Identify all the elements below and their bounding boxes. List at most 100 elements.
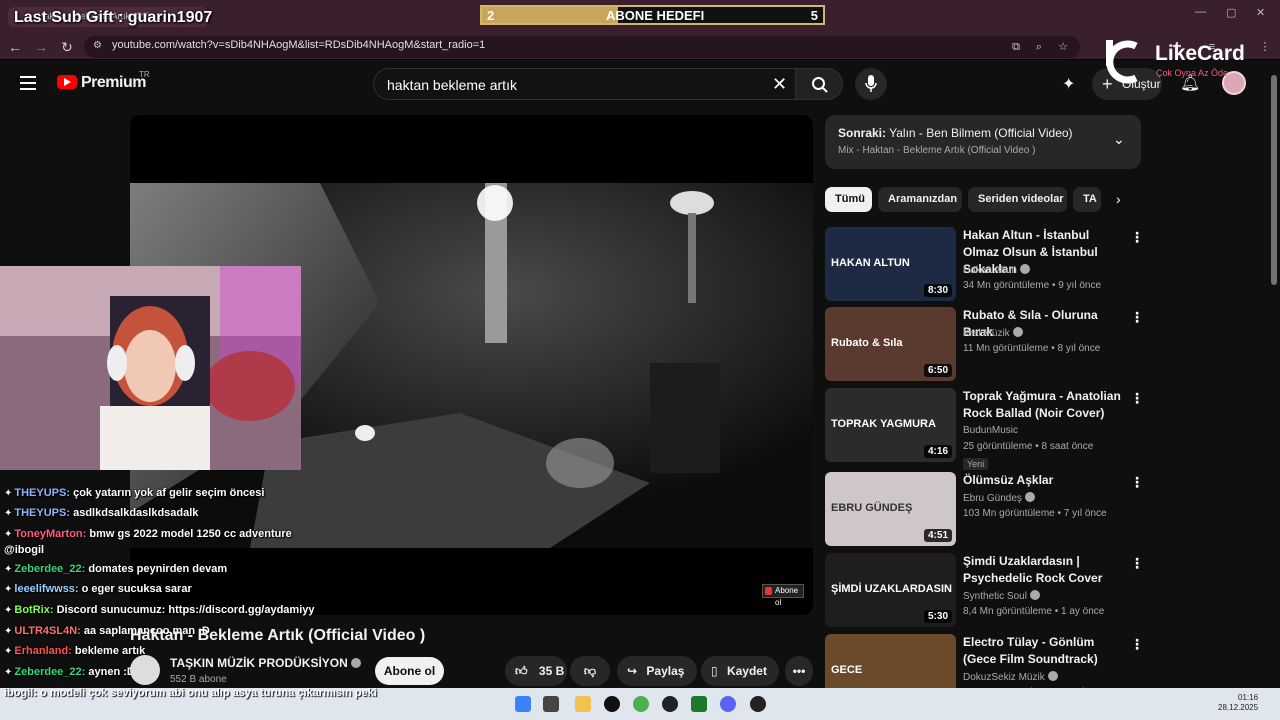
task-view-icon[interactable] <box>543 696 559 712</box>
goal-target: 5 <box>810 8 818 23</box>
new-badge: Yeni <box>963 458 989 470</box>
minimize-icon[interactable]: — <box>1195 6 1206 18</box>
chat-username[interactable]: leeelifwwss: <box>14 583 78 595</box>
file-explorer-icon[interactable] <box>575 696 591 712</box>
address-bar[interactable]: ⚙ youtube.com/watch?v=sDib4NHAogM&list=R… <box>84 36 1080 58</box>
system-clock[interactable]: 01:16 28.12.2025 <box>1218 693 1258 713</box>
recommendation-item[interactable]: Rubato & Sıla 6:50 Rubato & Sıla - Oluruna… <box>825 307 1145 383</box>
forward-icon[interactable]: → <box>32 38 50 56</box>
verified-icon <box>1047 671 1058 681</box>
video-thumbnail[interactable]: TOPRAK YAGMURA 4:16 <box>825 388 956 462</box>
logo-text[interactable]: Premium <box>81 74 146 92</box>
chevron-down-icon[interactable]: ⌄ <box>1113 131 1125 148</box>
recommendation-meta: 103 Mn görüntüleme • 7 yıl önce <box>963 508 1107 519</box>
maximize-icon[interactable]: ▢ <box>1226 6 1236 19</box>
up-next-prefix: Sonraki: <box>838 126 887 140</box>
recommendation-title[interactable]: Ölümsüz Aşklar <box>963 472 1123 489</box>
app-green-icon[interactable] <box>691 696 707 712</box>
recommendation-title[interactable]: Toprak Yağmura - Anatolian Rock Ballad (… <box>963 388 1123 422</box>
page-scrollbar[interactable] <box>1271 75 1277 285</box>
zoom-icon[interactable]: ⌕ <box>1032 40 1046 54</box>
search-input[interactable]: haktan bekleme artık ✕ <box>373 68 795 100</box>
voice-search-button[interactable] <box>855 68 887 100</box>
app-g-icon[interactable] <box>662 696 678 712</box>
chat-username[interactable]: ULTR4SL4N: <box>14 625 80 637</box>
channel-name[interactable]: TAŞKIN MÜZİK PRODÜKSİYON <box>170 656 361 670</box>
recommendation-title[interactable]: Şimdi Uzaklardasın | Psychedelic Rock Co… <box>963 553 1123 587</box>
chat-username[interactable]: ToneyMarton: <box>14 528 86 540</box>
bookmark-icon: ▯ <box>711 664 718 678</box>
search-icon <box>812 77 828 93</box>
recommendation-channel[interactable]: Kral Müzik <box>963 327 1023 339</box>
chip-all[interactable]: Tümü <box>825 187 872 212</box>
chat-username[interactable]: Erhanland: <box>14 645 71 657</box>
back-icon[interactable]: ← <box>6 38 24 56</box>
dislike-button[interactable]: 👎︎ <box>570 656 610 686</box>
site-info-icon[interactable]: ⚙ <box>93 40 102 51</box>
more-vertical-icon[interactable]: ⋮ <box>1130 229 1144 246</box>
recommendation-meta: 34 Mn görüntüleme • 9 yıl önce <box>963 280 1102 291</box>
recommendation-channel[interactable]: Ebru Gündeş <box>963 492 1035 504</box>
channel-avatar[interactable] <box>130 655 160 685</box>
close-window-icon[interactable]: ✕ <box>1256 6 1265 19</box>
verified-icon <box>1019 264 1030 274</box>
save-button[interactable]: ▯ Kaydet <box>701 656 779 686</box>
app-g2-icon[interactable] <box>750 696 766 712</box>
install-icon[interactable]: ⧉ <box>1009 40 1023 54</box>
recommendation-title[interactable]: Electro Tülay - Gönlüm (Gece Film Soundt… <box>963 634 1123 668</box>
recommendation-channel[interactable]: DokuzSekiz Müzik <box>963 671 1058 683</box>
more-vertical-icon[interactable]: ⋮ <box>1130 390 1144 407</box>
search-input-value: haktan bekleme artık <box>387 77 517 93</box>
recommendation-item[interactable]: TOPRAK YAGMURA 4:16 Toprak Yağmura - Anato… <box>825 388 1145 470</box>
more-vertical-icon[interactable]: ⋮ <box>1130 636 1144 653</box>
recommendation-channel[interactable]: Synthetic Soul <box>963 590 1040 602</box>
goal-progress-fill <box>482 7 619 23</box>
subscribe-button[interactable]: Abone ol <box>375 657 444 685</box>
windows-start-icon[interactable] <box>515 696 531 712</box>
chat-username[interactable]: THEYUPS: <box>14 487 70 499</box>
overlay-subscribe-button[interactable]: Abone ol <box>762 584 804 607</box>
like-button[interactable]: 👍︎ 35 B <box>505 656 567 686</box>
chat-username[interactable]: Zeberdee_22: <box>14 666 85 678</box>
hamburger-menu-icon[interactable] <box>20 76 36 90</box>
recommendation-channel[interactable]: BudunMusic <box>963 425 1018 436</box>
chip-truncated[interactable]: TA <box>1073 187 1101 212</box>
video-thumbnail[interactable]: EBRU GÜNDEŞ 4:51 <box>825 472 956 546</box>
recommendation-item[interactable]: ŞİMDİ UZAKLARDASIN 5:30 Şimdi Uzaklardasın… <box>825 553 1145 629</box>
more-vertical-icon[interactable]: ⋮ <box>1130 474 1144 491</box>
chat-username[interactable]: BotRix: <box>14 604 53 616</box>
chat-text: o eger sucuksa sarar <box>81 583 192 595</box>
goal-title: ABONE HEDEFI <box>606 8 705 23</box>
youtube-logo-icon[interactable] <box>57 75 77 89</box>
premium-gift-icon[interactable]: ✦ <box>1062 74 1075 94</box>
chips-next-icon[interactable]: › <box>1116 191 1121 207</box>
clear-search-icon[interactable]: ✕ <box>772 74 787 95</box>
more-actions-button[interactable]: ••• <box>785 656 813 686</box>
chat-username[interactable]: Zeberdee_22: <box>14 563 85 575</box>
share-button[interactable]: ↪ Paylaş <box>617 656 697 686</box>
recommendation-item[interactable]: EBRU GÜNDEŞ 4:51 Ölümsüz Aşklar Ebru Gündeş… <box>825 472 1145 548</box>
thumbs-down-icon: 👎︎ <box>583 664 597 678</box>
reload-icon[interactable]: ↻ <box>58 38 76 56</box>
video-thumbnail[interactable]: ŞİMDİ UZAKLARDASIN 5:30 <box>825 553 956 627</box>
chrome-icon[interactable] <box>633 696 649 712</box>
recommendation-item[interactable]: HAKAN ALTUN 8:30 Hakan Altun - İstanbul Ol… <box>825 227 1145 303</box>
video-thumbnail[interactable]: Rubato & Sıla 6:50 <box>825 307 956 381</box>
chip-from-search[interactable]: Aramanızdan <box>878 187 962 212</box>
obs-icon[interactable] <box>604 696 620 712</box>
bookmark-star-icon[interactable]: ☆ <box>1056 40 1070 54</box>
chip-series[interactable]: Seriden videolar <box>968 187 1067 212</box>
more-vertical-icon[interactable]: ⋮ <box>1130 309 1144 326</box>
thumbnail-text: GECE <box>831 664 863 676</box>
search-button[interactable] <box>795 68 843 100</box>
thumbs-up-icon: 👍︎ <box>515 664 528 678</box>
recommendation-channel[interactable]: Hakan Altun <box>963 264 1030 276</box>
video-thumbnail[interactable]: HAKAN ALTUN 8:30 <box>825 227 956 301</box>
youtube-header: Premium TR haktan bekleme artık ✕ ✦ + Ol… <box>0 61 1280 107</box>
up-next-panel[interactable]: Sonraki: Yalın - Ben Bilmem (Official Vi… <box>825 115 1141 169</box>
chat-badge-icon: ✦ <box>4 529 13 540</box>
save-label: Kaydet <box>726 664 767 678</box>
discord-icon[interactable] <box>720 696 736 712</box>
chat-username[interactable]: THEYUPS: <box>14 507 70 519</box>
more-vertical-icon[interactable]: ⋮ <box>1130 555 1144 572</box>
